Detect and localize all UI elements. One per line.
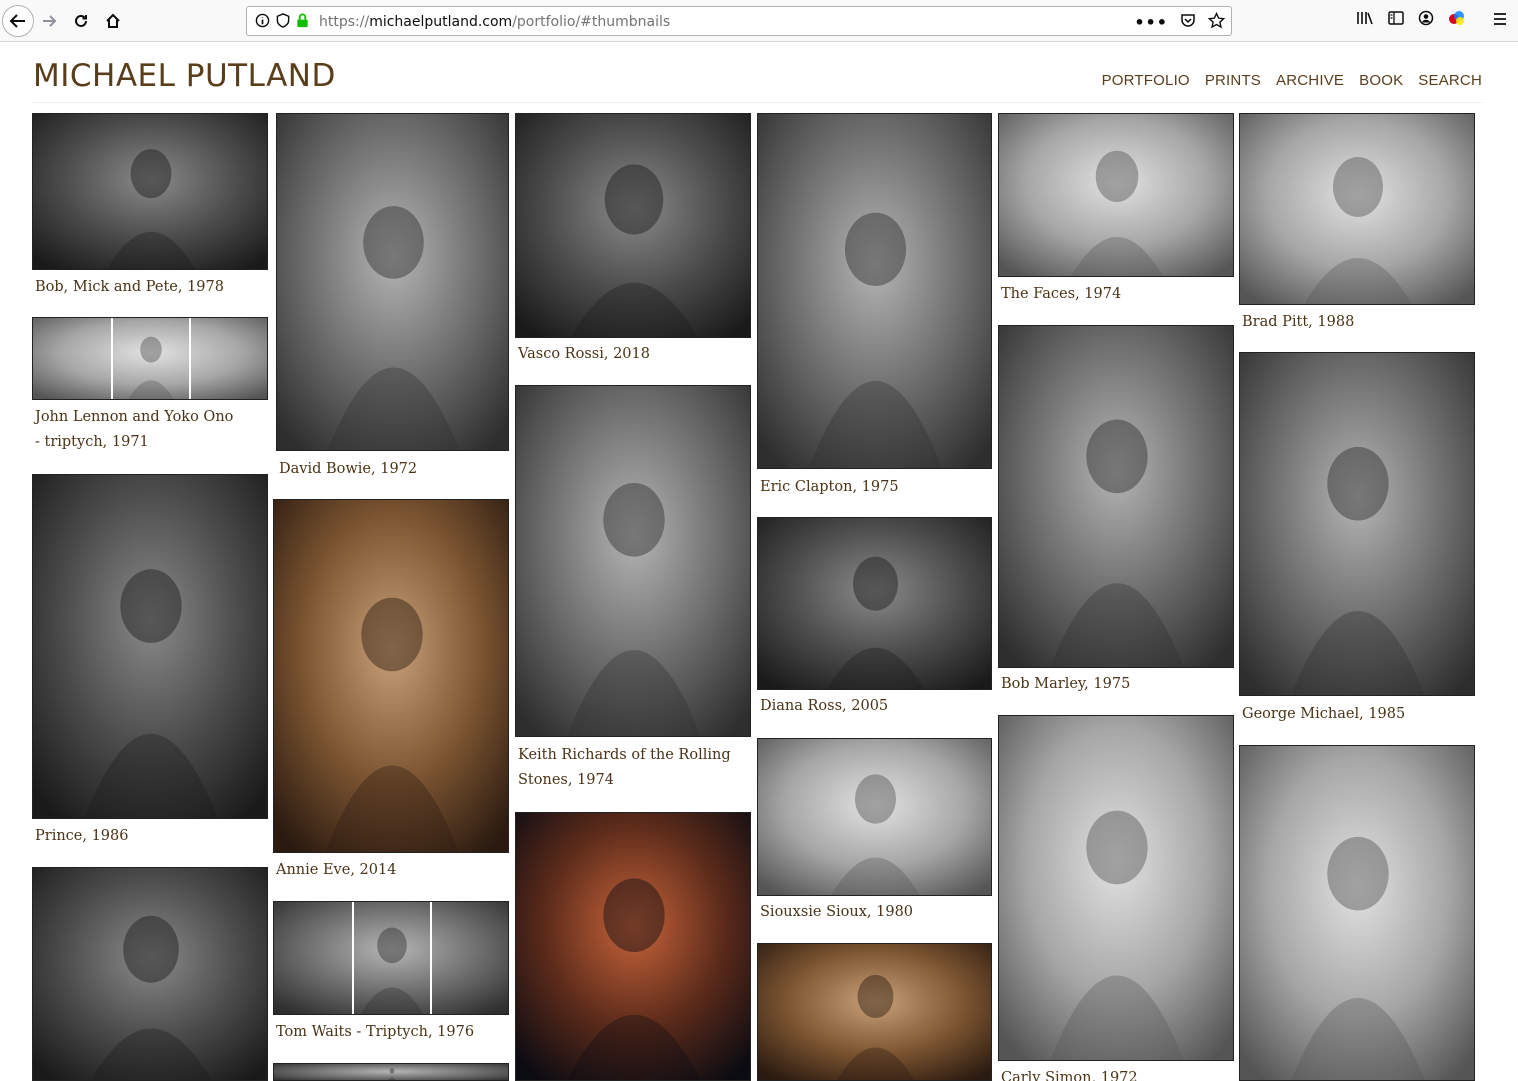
thumbnail-image[interactable]	[757, 738, 992, 896]
thumbnail-caption[interactable]: Tom Waits - Triptych, 1976	[276, 1020, 506, 1045]
thumbnail-caption[interactable]: Carly Simon, 1972	[1001, 1066, 1231, 1081]
url-host: michaelputland.com	[369, 14, 513, 30]
nav-archive[interactable]: ARCHIVE	[1276, 72, 1344, 89]
thumbnail-image[interactable]	[1239, 113, 1475, 305]
thumbnail-image[interactable]	[998, 113, 1234, 277]
thumbnail-image[interactable]	[1239, 745, 1475, 1081]
shield-icon[interactable]	[276, 13, 290, 32]
thumbnail-caption[interactable]: John Lennon and Yoko Ono - triptych, 197…	[35, 405, 235, 455]
thumbnail-image[interactable]	[998, 325, 1234, 668]
thumbnail-caption[interactable]: The Faces, 1974	[1001, 282, 1231, 307]
url-bar[interactable]: https://michaelputland.com/portfolio/#th…	[246, 6, 1232, 36]
thumbnail-image[interactable]	[273, 901, 509, 1015]
menu-icon[interactable]	[1492, 11, 1508, 30]
reload-icon[interactable]	[66, 6, 96, 36]
thumbnail-caption[interactable]: David Bowie, 1972	[279, 457, 509, 482]
info-icon[interactable]	[255, 13, 270, 32]
extension-icon[interactable]	[1448, 10, 1466, 30]
thumbnail-caption[interactable]: Annie Eve, 2014	[276, 858, 506, 883]
thumbnail-image[interactable]	[515, 385, 751, 737]
nav-portfolio[interactable]: PORTFOLIO	[1102, 72, 1190, 89]
thumbnail-image[interactable]	[757, 943, 992, 1081]
more-icon[interactable]: •••	[1134, 13, 1168, 32]
thumbnail-image[interactable]	[515, 113, 751, 338]
lock-icon[interactable]	[296, 13, 309, 32]
url-path: /portfolio/#thumbnails	[512, 14, 671, 30]
url-text[interactable]: https://michaelputland.com/portfolio/#th…	[319, 14, 670, 30]
home-icon[interactable]	[98, 6, 128, 36]
library-icon[interactable]	[1356, 10, 1374, 30]
thumbnail-image[interactable]	[32, 113, 268, 270]
thumbnail-image[interactable]	[515, 812, 751, 1081]
thumbnail-caption[interactable]: Keith Richards of the Rolling Stones, 19…	[518, 743, 754, 793]
browser-toolbar: https://michaelputland.com/portfolio/#th…	[0, 0, 1518, 42]
thumbnail-image[interactable]	[998, 715, 1234, 1061]
thumbnail-caption[interactable]: Diana Ross, 2005	[760, 694, 990, 719]
thumbnail-image[interactable]	[757, 113, 992, 469]
thumbnail-caption[interactable]: Bob, Mick and Pete, 1978	[35, 275, 265, 300]
header-divider	[33, 102, 1483, 103]
nav-prints[interactable]: PRINTS	[1205, 72, 1261, 89]
thumbnail-caption[interactable]: Brad Pitt, 1988	[1242, 310, 1472, 335]
nav-book[interactable]: BOOK	[1359, 72, 1403, 89]
pocket-icon[interactable]	[1180, 13, 1196, 33]
site-logo[interactable]: MICHAEL PUTLAND	[33, 58, 336, 94]
thumbnail-caption[interactable]: George Michael, 1985	[1242, 702, 1472, 727]
thumbnail-image[interactable]	[276, 113, 509, 451]
main-nav: PORTFOLIO PRINTS ARCHIVE BOOK SEARCH	[1102, 72, 1482, 89]
thumbnail-caption[interactable]: Prince, 1986	[35, 824, 265, 849]
url-scheme: https://	[319, 14, 370, 30]
thumbnail-image[interactable]	[273, 1063, 509, 1081]
thumbnail-image[interactable]	[757, 517, 992, 690]
thumbnail-caption[interactable]: Vasco Rossi, 2018	[518, 342, 748, 367]
thumbnail-image[interactable]	[273, 499, 509, 853]
thumbnail-caption[interactable]: Bob Marley, 1975	[1001, 672, 1231, 697]
nav-search[interactable]: SEARCH	[1418, 72, 1482, 89]
account-icon[interactable]	[1418, 10, 1434, 30]
thumbnail-caption[interactable]: Eric Clapton, 1975	[760, 475, 990, 500]
thumbnail-image[interactable]	[32, 317, 268, 400]
forward-arrow-icon[interactable]	[34, 6, 64, 36]
star-icon[interactable]	[1207, 11, 1226, 33]
back-arrow-icon[interactable]	[2, 5, 34, 37]
thumbnail-image[interactable]	[32, 867, 268, 1081]
thumbnail-caption[interactable]: Siouxsie Sioux, 1980	[760, 900, 990, 925]
thumbnail-image[interactable]	[32, 474, 268, 819]
thumbnail-image[interactable]	[1239, 352, 1475, 696]
sidebar-icon[interactable]	[1388, 10, 1404, 30]
